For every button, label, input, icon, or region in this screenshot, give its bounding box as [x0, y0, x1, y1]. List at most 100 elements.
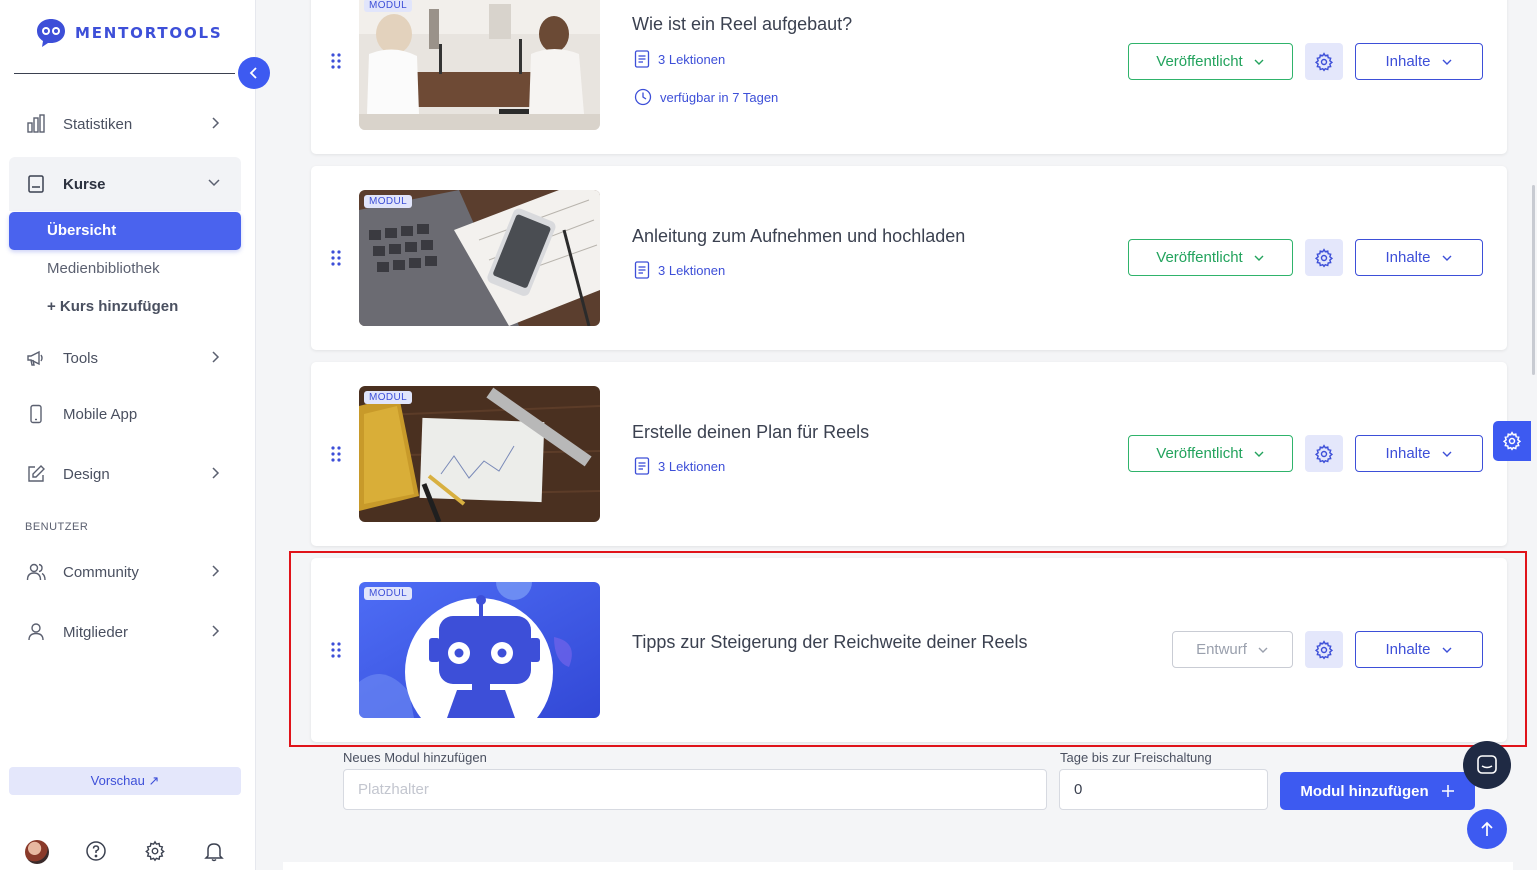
chevron-down-icon [1254, 59, 1264, 65]
lessons-info: 3 Lektionen [634, 457, 725, 475]
lessons-count: 3 Lektionen [658, 51, 726, 67]
chevron-left-icon [249, 67, 257, 79]
sub-uebersicht[interactable]: Übersicht [9, 212, 241, 250]
nav-community[interactable]: Community [9, 548, 241, 596]
help-icon[interactable] [85, 840, 107, 867]
chevron-down-icon [1442, 451, 1452, 457]
clock-icon [634, 88, 652, 106]
add-module-button[interactable]: Modul hinzufügen [1280, 772, 1475, 810]
module-title[interactable]: Tipps zur Steigerung der Reichweite dein… [632, 632, 1028, 653]
sidebar-footer [0, 840, 256, 866]
section-label-benutzer: BENUTZER [25, 521, 89, 533]
status-dropdown[interactable]: Entwurf [1172, 631, 1293, 668]
nav-kurse[interactable]: Kurse [9, 157, 241, 211]
chevron-right-icon [209, 466, 221, 484]
drag-handle-icon[interactable] [330, 642, 342, 658]
next-card-edge [283, 862, 1513, 870]
status-dropdown[interactable]: Veröffentlicht [1128, 435, 1293, 472]
chevron-down-icon [1258, 647, 1268, 653]
chevron-right-icon [209, 564, 221, 582]
module-thumbnail: MODUL [359, 190, 600, 326]
chevron-down-icon [1254, 255, 1264, 261]
bar-chart-icon [26, 114, 46, 134]
inhalte-label: Inhalte [1385, 445, 1431, 462]
drag-handle-icon[interactable] [330, 446, 342, 462]
module-badge: MODUL [364, 0, 413, 12]
lessons-count: 3 Lektionen [658, 262, 726, 278]
status-label: Entwurf [1196, 641, 1247, 658]
module-title[interactable]: Wie ist ein Reel aufgebaut? [632, 14, 852, 35]
book-icon [26, 174, 46, 194]
logo-icon [37, 19, 65, 47]
lessons-info: 3 Lektionen [634, 261, 725, 279]
users-icon [26, 562, 46, 582]
logo[interactable]: MENTORTOOLS [35, 17, 222, 49]
module-badge: MODUL [364, 587, 413, 600]
module-settings-button[interactable] [1305, 435, 1343, 472]
laptop-phone-photo [359, 190, 600, 326]
nav-design[interactable]: Design [9, 450, 241, 498]
preview-button[interactable]: Vorschau ↗ [9, 767, 241, 795]
inhalte-label: Inhalte [1385, 641, 1431, 658]
days-input[interactable] [1059, 769, 1268, 810]
bell-icon[interactable] [203, 840, 225, 867]
nav-label: Kurse [63, 175, 106, 193]
nav-label: Design [63, 465, 110, 483]
days-label: Tage bis zur Freischaltung [1060, 750, 1212, 765]
inhalte-dropdown[interactable]: Inhalte [1355, 43, 1483, 80]
scroll-to-top-button[interactable] [1467, 809, 1507, 849]
sub-kurs-hinzufuegen[interactable]: + Kurs hinzufügen [47, 298, 178, 315]
status-dropdown[interactable]: Veröffentlicht [1128, 239, 1293, 276]
chevron-down-icon [207, 176, 221, 193]
plus-icon [1441, 785, 1454, 797]
floating-settings-button[interactable] [1493, 421, 1531, 461]
drag-handle-icon[interactable] [330, 53, 342, 69]
sidebar: MENTORTOOLS Statistiken Kurse Übersicht … [0, 0, 256, 870]
nav-mitglieder[interactable]: Mitglieder [9, 608, 241, 656]
nav-tools[interactable]: Tools [9, 334, 241, 382]
gear-icon [1314, 443, 1334, 464]
drag-handle-icon[interactable] [330, 250, 342, 266]
module-thumbnail: MODUL [359, 0, 600, 130]
user-icon [26, 622, 46, 642]
avatar[interactable] [25, 840, 49, 864]
edit-icon [26, 464, 46, 484]
divider [14, 73, 235, 74]
inhalte-dropdown[interactable]: Inhalte [1355, 239, 1483, 276]
chevron-right-icon [209, 116, 221, 134]
module-settings-button[interactable] [1305, 43, 1343, 80]
chat-icon [1477, 755, 1497, 774]
robot-illustration [359, 582, 600, 718]
settings-icon[interactable] [144, 840, 166, 867]
module-title[interactable]: Erstelle deinen Plan für Reels [632, 422, 869, 443]
status-dropdown[interactable]: Veröffentlicht [1128, 43, 1293, 80]
chevron-right-icon [209, 624, 221, 642]
plan-desk-photo [359, 386, 600, 522]
nav-statistiken[interactable]: Statistiken [9, 100, 241, 148]
brand-name: MENTORTOOLS [75, 24, 223, 42]
inhalte-dropdown[interactable]: Inhalte [1355, 631, 1483, 668]
nav-label: Tools [63, 349, 99, 367]
document-icon [634, 457, 650, 475]
arrow-up-icon [1481, 821, 1493, 836]
module-settings-button[interactable] [1305, 239, 1343, 276]
module-card: MODUL Wie ist ein Reel aufgebaut? 3 Lekt… [311, 0, 1507, 154]
scrollbar[interactable] [1532, 185, 1535, 375]
inhalte-label: Inhalte [1385, 249, 1431, 266]
status-label: Veröffentlicht [1156, 445, 1243, 462]
megaphone-icon [26, 348, 46, 368]
sub-medienbibliothek[interactable]: Medienbibliothek [47, 260, 160, 277]
module-card: MODUL Anleitung zum Aufnehmen und hochla… [311, 166, 1507, 350]
module-thumbnail: MODUL [359, 582, 600, 718]
chevron-right-icon [209, 350, 221, 368]
availability-info: verfügbar in 7 Tagen [634, 88, 778, 106]
inhalte-dropdown[interactable]: Inhalte [1355, 435, 1483, 472]
new-module-input[interactable] [343, 769, 1047, 810]
chat-button[interactable] [1463, 741, 1511, 789]
module-settings-button[interactable] [1305, 631, 1343, 668]
nav-mobile-app[interactable]: Mobile App [9, 390, 241, 438]
module-title[interactable]: Anleitung zum Aufnehmen und hochladen [632, 226, 965, 247]
phone-icon [26, 404, 46, 424]
status-label: Veröffentlicht [1156, 53, 1243, 70]
collapse-sidebar-button[interactable] [238, 57, 270, 89]
